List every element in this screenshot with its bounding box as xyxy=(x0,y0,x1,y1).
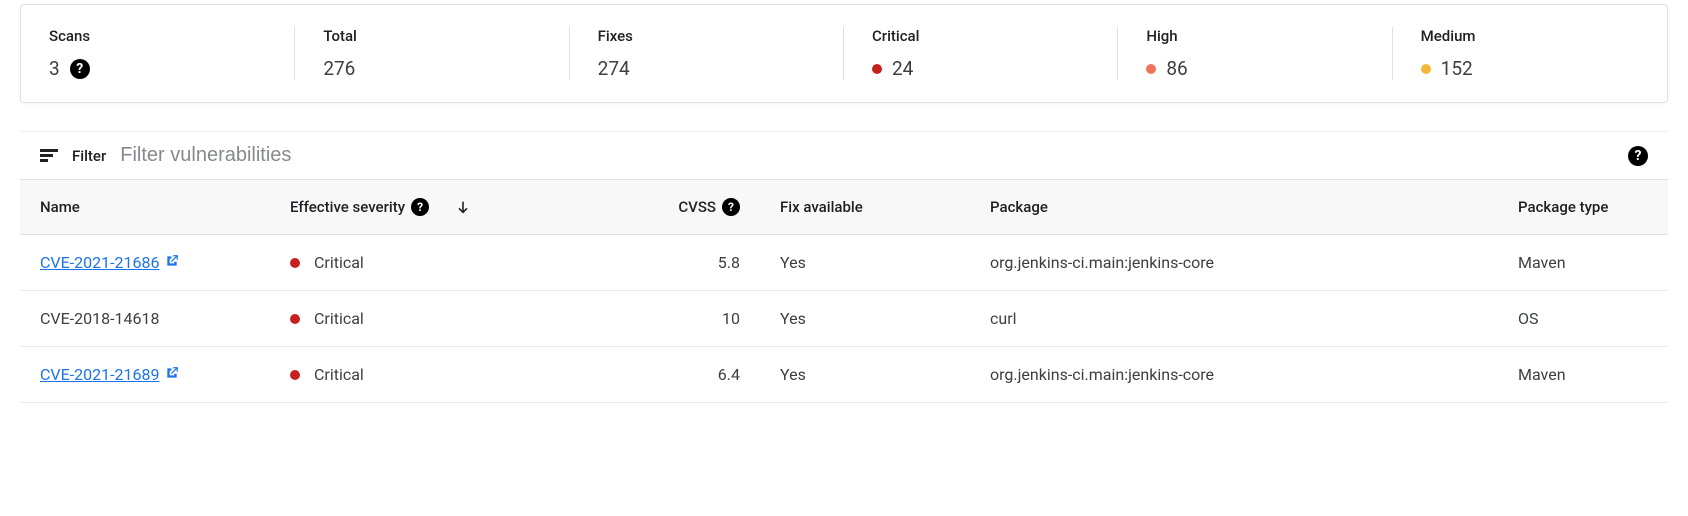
package-name: org.jenkins-ci.main:jenkins-core xyxy=(970,347,1498,403)
fix-available: Yes xyxy=(760,347,970,403)
stat-total: Total 276 xyxy=(295,5,569,102)
stat-scans-value: 3 xyxy=(49,57,60,80)
stat-scans-label: Scans xyxy=(49,27,267,45)
external-link-icon[interactable] xyxy=(165,365,179,384)
fix-available: Yes xyxy=(760,291,970,347)
severity-dot-icon xyxy=(290,258,300,268)
stat-medium: Medium 152 xyxy=(1393,5,1667,102)
vulnerabilities-table: Name Effective severity ? CVSS ? Fix av xyxy=(20,179,1668,403)
cve-name: CVE-2018-14618 xyxy=(20,291,270,347)
stat-high: High 86 xyxy=(1118,5,1392,102)
external-link-icon[interactable] xyxy=(165,253,179,272)
filter-label: Filter xyxy=(72,147,106,165)
help-icon[interactable]: ? xyxy=(70,59,90,79)
filter-icon[interactable] xyxy=(40,149,58,162)
severity-label: Critical xyxy=(314,365,364,384)
stat-critical-label: Critical xyxy=(872,27,1090,45)
package-type: Maven xyxy=(1498,347,1668,403)
col-cvss[interactable]: CVSS ? xyxy=(600,180,760,235)
package-type: Maven xyxy=(1498,235,1668,291)
table-row: CVE-2018-14618 Critical 10YescurlOS xyxy=(20,291,1668,347)
stat-total-label: Total xyxy=(323,27,541,45)
filter-input[interactable] xyxy=(120,144,1614,167)
col-ptype[interactable]: Package type xyxy=(1498,180,1668,235)
help-icon[interactable]: ? xyxy=(722,198,740,216)
stat-fixes-value: 274 xyxy=(598,57,630,80)
col-package[interactable]: Package xyxy=(970,180,1498,235)
stat-total-value: 276 xyxy=(323,57,355,80)
sort-descending-icon xyxy=(455,199,471,215)
cve-link[interactable]: CVE-2021-21686 xyxy=(40,253,159,272)
table-row: CVE-2021-21689 Critical 6.4Yesorg.jenkins-… xyxy=(20,347,1668,403)
col-fix[interactable]: Fix available xyxy=(760,180,970,235)
col-name[interactable]: Name xyxy=(20,180,270,235)
severity-dot-critical-icon xyxy=(872,64,882,74)
severity-label: Critical xyxy=(314,253,364,272)
severity-dot-high-icon xyxy=(1146,64,1156,74)
cvss-value: 6.4 xyxy=(600,347,760,403)
stat-high-label: High xyxy=(1146,27,1364,45)
stats-card: Scans 3 ? Total 276 Fixes 274 Critical 2… xyxy=(20,4,1668,103)
severity-dot-medium-icon xyxy=(1421,64,1431,74)
package-name: org.jenkins-ci.main:jenkins-core xyxy=(970,235,1498,291)
stat-critical: Critical 24 xyxy=(844,5,1118,102)
severity-label: Critical xyxy=(314,309,364,328)
stat-medium-label: Medium xyxy=(1421,27,1639,45)
stat-medium-value: 152 xyxy=(1441,57,1473,80)
table-row: CVE-2021-21686 Critical 5.8Yesorg.jenkins-… xyxy=(20,235,1668,291)
severity-dot-icon xyxy=(290,370,300,380)
help-icon[interactable]: ? xyxy=(411,198,429,216)
stat-fixes-label: Fixes xyxy=(598,27,816,45)
cvss-value: 5.8 xyxy=(600,235,760,291)
severity-dot-icon xyxy=(290,314,300,324)
stat-critical-value: 24 xyxy=(892,57,913,80)
cve-link[interactable]: CVE-2021-21689 xyxy=(40,365,159,384)
help-icon[interactable]: ? xyxy=(1628,146,1648,166)
package-name: curl xyxy=(970,291,1498,347)
cvss-value: 10 xyxy=(600,291,760,347)
col-severity[interactable]: Effective severity ? xyxy=(270,180,600,235)
stat-high-value: 86 xyxy=(1166,57,1187,80)
stat-fixes: Fixes 274 xyxy=(570,5,844,102)
package-type: OS xyxy=(1498,291,1668,347)
stat-scans: Scans 3 ? xyxy=(21,5,295,102)
filter-bar: Filter ? xyxy=(20,131,1668,179)
fix-available: Yes xyxy=(760,235,970,291)
